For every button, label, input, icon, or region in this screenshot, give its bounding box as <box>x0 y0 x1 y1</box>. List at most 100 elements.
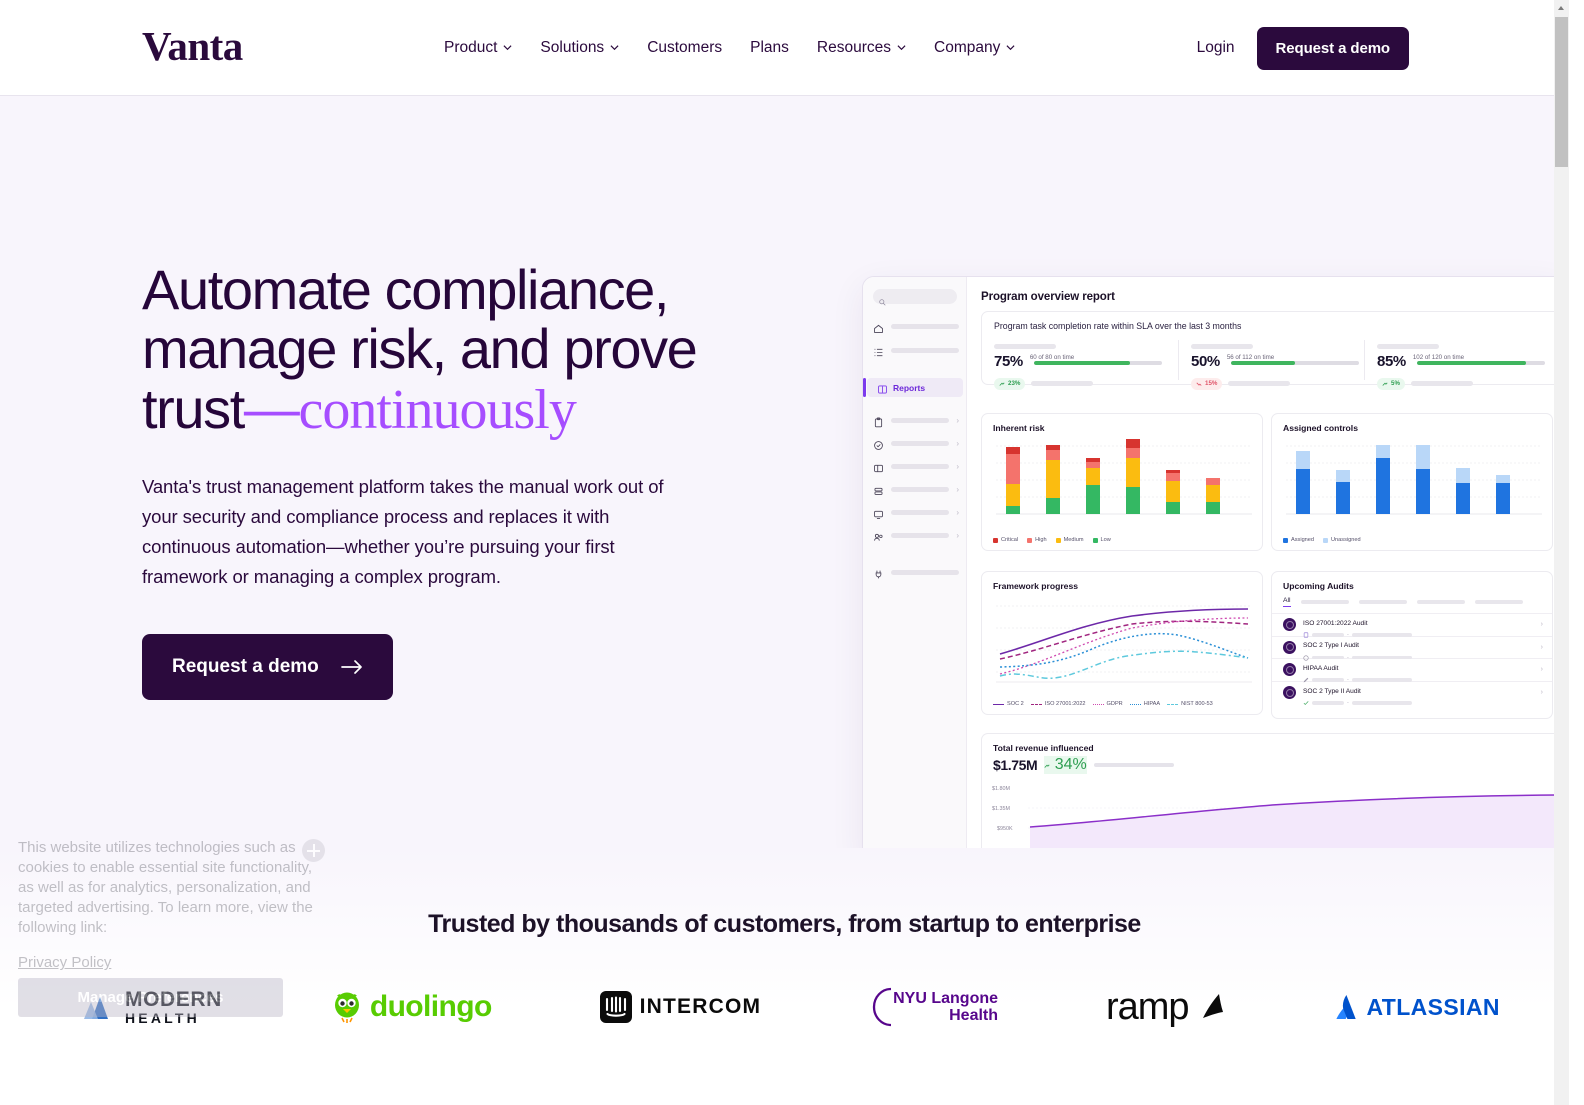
sidebar-item-people[interactable]: › <box>873 530 959 541</box>
chevron-down-icon <box>1006 43 1015 52</box>
panel-title: Upcoming Audits <box>1283 581 1354 591</box>
chevron-right-icon[interactable]: › <box>1541 666 1543 673</box>
delta-value: 15% <box>1205 380 1218 387</box>
placeholder-bar <box>1410 381 1473 386</box>
request-demo-button-hero[interactable]: Request a demo <box>142 633 393 700</box>
progress-bar <box>1034 361 1162 365</box>
assigned-controls-svg <box>1286 445 1542 515</box>
upcoming-audits-panel: Upcoming Audits All ISO 27001:2022 Audit… <box>1271 571 1553 719</box>
close-icon[interactable] <box>302 839 325 862</box>
request-demo-button-header[interactable]: Request a demo <box>1256 26 1409 70</box>
vanta-logo[interactable]: Vanta <box>142 26 243 67</box>
sidebar-item-policies[interactable]: › <box>873 415 959 428</box>
sidebar-item-inventory[interactable]: › <box>873 484 959 495</box>
nav-item-plans[interactable]: Plans <box>736 33 803 63</box>
list-item[interactable]: HIPAA Audit - › <box>1272 659 1552 683</box>
sidebar-item-integrations[interactable] <box>873 567 959 579</box>
tab-all[interactable]: All <box>1283 597 1291 607</box>
logo-text: ATLASSIAN <box>1366 993 1500 1020</box>
app-search-input[interactable] <box>873 289 957 306</box>
legend-item: HIPAA <box>1129 701 1160 707</box>
chart-title: Framework progress <box>993 581 1079 591</box>
logo-text-line1: NYU Langone <box>893 989 999 1007</box>
list-item[interactable]: SOC 2 Type II Audit - › <box>1272 682 1552 706</box>
chevron-right-icon: › <box>956 485 959 494</box>
progress-bar <box>1231 361 1359 365</box>
sidebar-item-home[interactable] <box>873 321 959 333</box>
sidebar-item-reports[interactable]: Reports <box>863 378 963 397</box>
legend-item: NIST 800-53 <box>1167 701 1213 707</box>
revenue-value: $1.75M <box>993 757 1038 773</box>
tab-placeholder[interactable] <box>1358 599 1407 605</box>
cookie-consent-banner: This website utilizes technologies such … <box>18 838 318 1018</box>
placeholder-bar <box>1377 344 1439 349</box>
placeholder-bar <box>1031 381 1094 386</box>
audit-name: SOC 2 Type II Audit <box>1303 687 1361 695</box>
legend-item: Assigned <box>1283 537 1314 543</box>
nav-label: Product <box>444 39 498 56</box>
sidebar-item-tasks[interactable] <box>873 345 959 357</box>
sidebar-item-frameworks[interactable]: › <box>873 461 959 473</box>
revenue-delta: 34% <box>1044 756 1087 774</box>
nav-item-solutions[interactable]: Solutions <box>526 33 633 63</box>
nav-label: Plans <box>750 39 789 56</box>
audit-filter-tabs: All <box>1283 597 1552 607</box>
hero-subtext: Vanta's trust management platform takes … <box>142 476 664 587</box>
reports-icon <box>877 382 888 394</box>
sidebar-item-label <box>891 441 950 446</box>
tab-placeholder[interactable] <box>1474 599 1523 605</box>
chevron-right-icon[interactable]: › <box>1541 689 1543 696</box>
clipboard-icon <box>873 415 884 428</box>
intercom-mark-icon <box>599 991 632 1023</box>
delta-value: 23% <box>1008 380 1021 387</box>
nav-item-customers[interactable]: Customers <box>633 33 736 63</box>
tab-placeholder[interactable] <box>1416 599 1465 605</box>
page-scrollbar[interactable] <box>1554 0 1569 1105</box>
audit-list: ISO 27001:2022 Audit - › SOC 2 Type I Au… <box>1272 613 1552 706</box>
sidebar-item-label <box>891 464 950 469</box>
nav-item-company[interactable]: Company <box>920 33 1029 63</box>
metric-delta: 5% <box>1377 377 1405 390</box>
sidebar-item-label <box>891 533 950 538</box>
legend-item: SOC 2 <box>993 701 1024 707</box>
metric-delta: 15% <box>1191 377 1223 390</box>
hero-section: Automate compliance, manage risk, and pr… <box>0 96 1569 860</box>
chart-legend: Critical High Medium Low <box>993 537 1111 543</box>
chart-legend: SOC 2 ISO 27001:2022 GDPR HIPAA NIST 800… <box>993 701 1213 707</box>
sidebar-item-computers[interactable]: › <box>873 507 959 519</box>
page-viewport: Vanta Product Solutions Customers Plans … <box>0 0 1569 1105</box>
nav-item-resources[interactable]: Resources <box>803 33 920 63</box>
sidebar-item-label <box>891 510 950 515</box>
placeholder-bar <box>1228 381 1291 386</box>
scrollbar-thumb[interactable] <box>1555 17 1568 167</box>
shield-check-icon <box>873 438 884 450</box>
revenue-value-row: $1.75M 34% <box>993 756 1560 774</box>
nav-item-product[interactable]: Product <box>444 33 526 63</box>
trend-down-icon <box>1196 382 1202 386</box>
audit-name: SOC 2 Type I Audit <box>1303 642 1359 649</box>
tab-placeholder[interactable] <box>1300 599 1349 605</box>
nav-label: Solutions <box>540 39 605 56</box>
headline-dash: — <box>243 376 300 440</box>
sidebar-item-label <box>891 324 959 329</box>
chevron-right-icon: › <box>956 416 959 425</box>
chevron-right-icon[interactable]: › <box>1541 621 1543 628</box>
legend-item: Critical <box>993 537 1018 543</box>
scroll-up-arrow-icon[interactable] <box>1554 0 1569 15</box>
active-indicator <box>863 378 866 397</box>
sidebar-item-controls[interactable]: › <box>873 438 959 450</box>
logo-duolingo: duolingo <box>330 981 492 1033</box>
monitor-icon <box>873 507 884 519</box>
chevron-right-icon[interactable]: › <box>1541 644 1543 651</box>
duolingo-owl-icon <box>334 992 359 1023</box>
privacy-policy-link[interactable]: Privacy Policy <box>18 954 111 971</box>
sla-metric-card: 85% 102 of 120 on time 5% <box>1377 344 1557 392</box>
product-screenshot: Reports › › › › › › Program overview rep… <box>862 276 1562 860</box>
logo-text: ramp <box>1105 986 1190 1028</box>
sla-metric-card: 75% 60 of 80 on time 23% <box>994 344 1174 392</box>
framework-progress-svg <box>996 605 1252 683</box>
chevron-right-icon: › <box>956 508 959 517</box>
panel-icon <box>873 461 884 473</box>
manage-preferences-button[interactable]: Manage Preferences <box>18 978 283 1018</box>
login-link[interactable]: Login <box>1197 39 1235 57</box>
